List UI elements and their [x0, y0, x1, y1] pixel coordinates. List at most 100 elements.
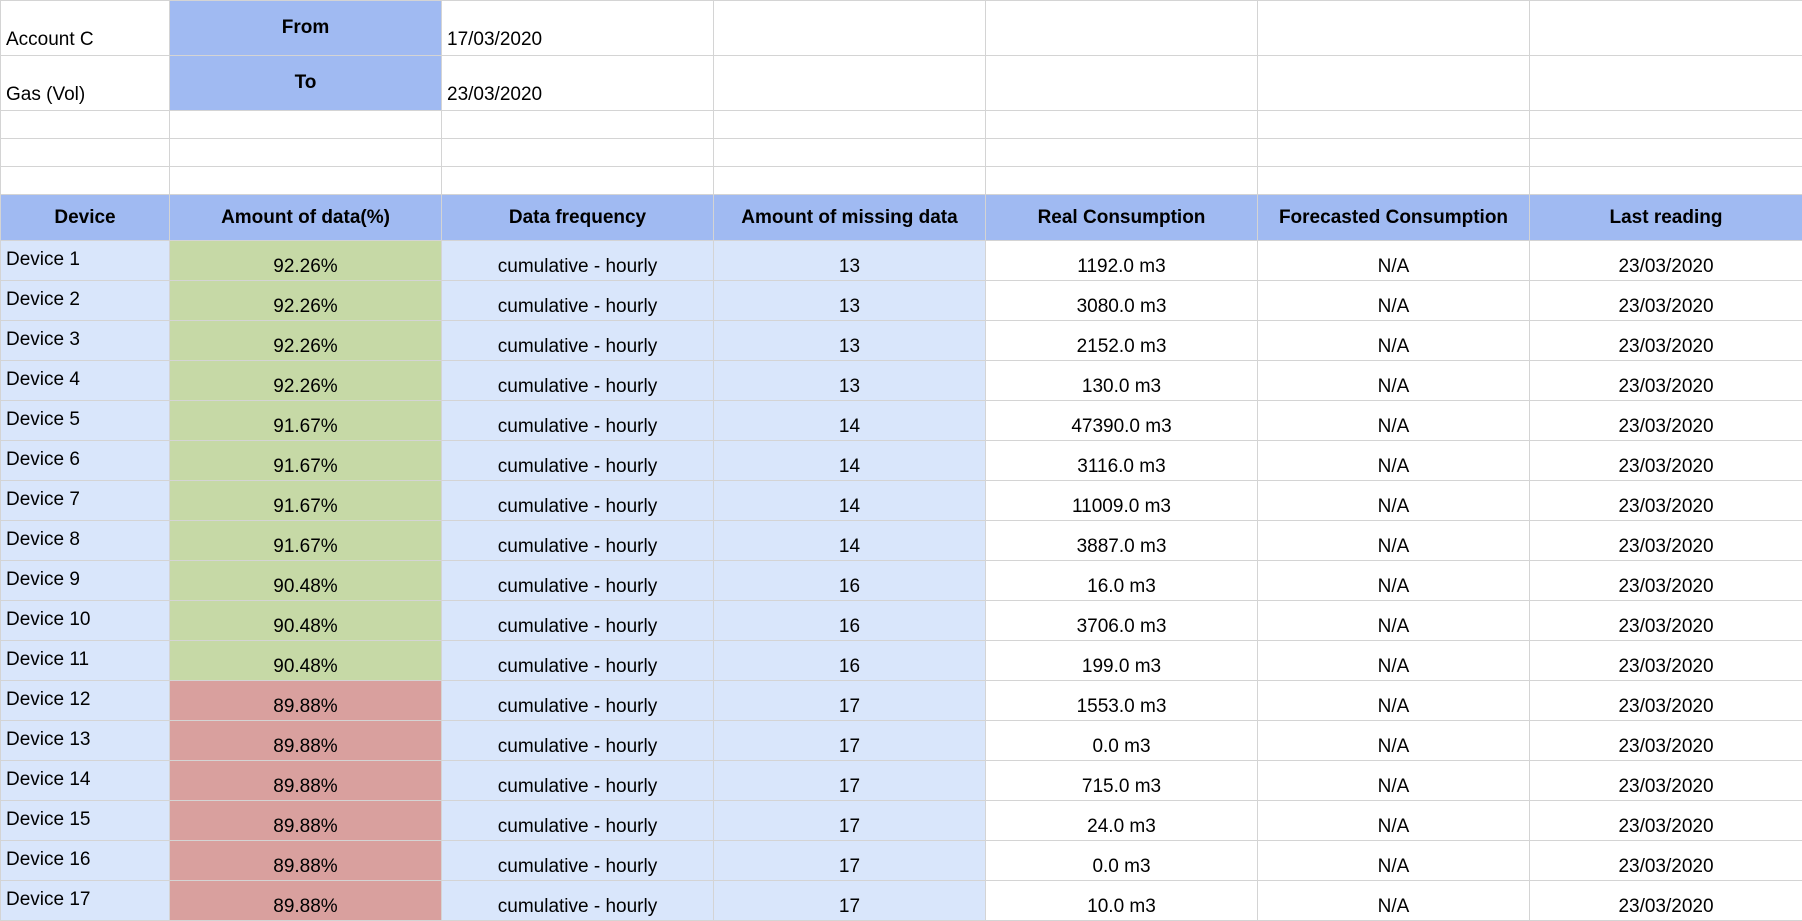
forecast-cell[interactable]: N/A: [1258, 601, 1530, 641]
missing-cell[interactable]: 17: [714, 721, 986, 761]
empty-cell[interactable]: [1258, 111, 1530, 139]
forecast-cell[interactable]: N/A: [1258, 881, 1530, 921]
missing-cell[interactable]: 16: [714, 641, 986, 681]
empty-cell[interactable]: [714, 139, 986, 167]
forecast-cell[interactable]: N/A: [1258, 521, 1530, 561]
device-cell[interactable]: Device 14: [1, 761, 170, 801]
real-consumption-cell[interactable]: 199.0 m3: [986, 641, 1258, 681]
real-consumption-cell[interactable]: 0.0 m3: [986, 841, 1258, 881]
missing-cell[interactable]: 17: [714, 881, 986, 921]
real-consumption-cell[interactable]: 47390.0 m3: [986, 401, 1258, 441]
amount-cell[interactable]: 91.67%: [170, 481, 442, 521]
last-reading-cell[interactable]: 23/03/2020: [1530, 401, 1802, 441]
empty-cell[interactable]: [1258, 1, 1530, 56]
real-consumption-cell[interactable]: 130.0 m3: [986, 361, 1258, 401]
real-consumption-cell[interactable]: 3080.0 m3: [986, 281, 1258, 321]
amount-cell[interactable]: 92.26%: [170, 321, 442, 361]
empty-cell[interactable]: [1258, 56, 1530, 111]
frequency-cell[interactable]: cumulative - hourly: [442, 841, 714, 881]
empty-cell[interactable]: [986, 167, 1258, 195]
empty-cell[interactable]: [714, 111, 986, 139]
real-consumption-cell[interactable]: 3887.0 m3: [986, 521, 1258, 561]
frequency-cell[interactable]: cumulative - hourly: [442, 601, 714, 641]
last-reading-cell[interactable]: 23/03/2020: [1530, 281, 1802, 321]
real-consumption-cell[interactable]: 2152.0 m3: [986, 321, 1258, 361]
last-reading-cell[interactable]: 23/03/2020: [1530, 721, 1802, 761]
frequency-cell[interactable]: cumulative - hourly: [442, 801, 714, 841]
amount-cell[interactable]: 92.26%: [170, 241, 442, 281]
amount-cell[interactable]: 90.48%: [170, 561, 442, 601]
empty-cell[interactable]: [714, 167, 986, 195]
last-reading-cell[interactable]: 23/03/2020: [1530, 521, 1802, 561]
empty-cell[interactable]: [1, 167, 170, 195]
device-cell[interactable]: Device 1: [1, 241, 170, 281]
last-reading-cell[interactable]: 23/03/2020: [1530, 841, 1802, 881]
device-cell[interactable]: Device 6: [1, 441, 170, 481]
last-reading-cell[interactable]: 23/03/2020: [1530, 241, 1802, 281]
missing-cell[interactable]: 13: [714, 361, 986, 401]
frequency-cell[interactable]: cumulative - hourly: [442, 761, 714, 801]
column-header-device[interactable]: Device: [1, 195, 170, 241]
empty-cell[interactable]: [986, 139, 1258, 167]
empty-cell[interactable]: [442, 139, 714, 167]
frequency-cell[interactable]: cumulative - hourly: [442, 441, 714, 481]
empty-cell[interactable]: [714, 1, 986, 56]
device-cell[interactable]: Device 12: [1, 681, 170, 721]
empty-cell[interactable]: [1530, 139, 1802, 167]
missing-cell[interactable]: 14: [714, 521, 986, 561]
missing-cell[interactable]: 13: [714, 281, 986, 321]
real-consumption-cell[interactable]: 24.0 m3: [986, 801, 1258, 841]
forecast-cell[interactable]: N/A: [1258, 441, 1530, 481]
frequency-cell[interactable]: cumulative - hourly: [442, 321, 714, 361]
amount-cell[interactable]: 91.67%: [170, 441, 442, 481]
device-cell[interactable]: Device 10: [1, 601, 170, 641]
to-label-cell[interactable]: To: [170, 56, 442, 111]
missing-cell[interactable]: 16: [714, 561, 986, 601]
column-header-forecast[interactable]: Forecasted Consumption: [1258, 195, 1530, 241]
forecast-cell[interactable]: N/A: [1258, 481, 1530, 521]
device-cell[interactable]: Device 8: [1, 521, 170, 561]
forecast-cell[interactable]: N/A: [1258, 801, 1530, 841]
forecast-cell[interactable]: N/A: [1258, 401, 1530, 441]
empty-cell[interactable]: [986, 111, 1258, 139]
empty-cell[interactable]: [1, 111, 170, 139]
real-consumption-cell[interactable]: 16.0 m3: [986, 561, 1258, 601]
frequency-cell[interactable]: cumulative - hourly: [442, 481, 714, 521]
empty-cell[interactable]: [1258, 139, 1530, 167]
column-header-missing[interactable]: Amount of missing data: [714, 195, 986, 241]
real-consumption-cell[interactable]: 1553.0 m3: [986, 681, 1258, 721]
real-consumption-cell[interactable]: 1192.0 m3: [986, 241, 1258, 281]
last-reading-cell[interactable]: 23/03/2020: [1530, 681, 1802, 721]
amount-cell[interactable]: 89.88%: [170, 841, 442, 881]
missing-cell[interactable]: 13: [714, 241, 986, 281]
amount-cell[interactable]: 91.67%: [170, 401, 442, 441]
frequency-cell[interactable]: cumulative - hourly: [442, 241, 714, 281]
empty-cell[interactable]: [1530, 167, 1802, 195]
amount-cell[interactable]: 92.26%: [170, 361, 442, 401]
last-reading-cell[interactable]: 23/03/2020: [1530, 601, 1802, 641]
missing-cell[interactable]: 17: [714, 801, 986, 841]
device-cell[interactable]: Device 5: [1, 401, 170, 441]
from-date-cell[interactable]: 17/03/2020: [442, 1, 714, 56]
real-consumption-cell[interactable]: 3116.0 m3: [986, 441, 1258, 481]
last-reading-cell[interactable]: 23/03/2020: [1530, 481, 1802, 521]
amount-cell[interactable]: 89.88%: [170, 801, 442, 841]
frequency-cell[interactable]: cumulative - hourly: [442, 281, 714, 321]
amount-cell[interactable]: 89.88%: [170, 681, 442, 721]
frequency-cell[interactable]: cumulative - hourly: [442, 361, 714, 401]
forecast-cell[interactable]: N/A: [1258, 721, 1530, 761]
last-reading-cell[interactable]: 23/03/2020: [1530, 801, 1802, 841]
forecast-cell[interactable]: N/A: [1258, 561, 1530, 601]
forecast-cell[interactable]: N/A: [1258, 321, 1530, 361]
missing-cell[interactable]: 14: [714, 481, 986, 521]
frequency-cell[interactable]: cumulative - hourly: [442, 521, 714, 561]
last-reading-cell[interactable]: 23/03/2020: [1530, 881, 1802, 921]
device-cell[interactable]: Device 3: [1, 321, 170, 361]
column-header-real[interactable]: Real Consumption: [986, 195, 1258, 241]
device-cell[interactable]: Device 9: [1, 561, 170, 601]
empty-cell[interactable]: [1258, 167, 1530, 195]
empty-cell[interactable]: [442, 167, 714, 195]
account-cell[interactable]: Account C: [1, 1, 170, 56]
forecast-cell[interactable]: N/A: [1258, 841, 1530, 881]
empty-cell[interactable]: [1530, 1, 1802, 56]
